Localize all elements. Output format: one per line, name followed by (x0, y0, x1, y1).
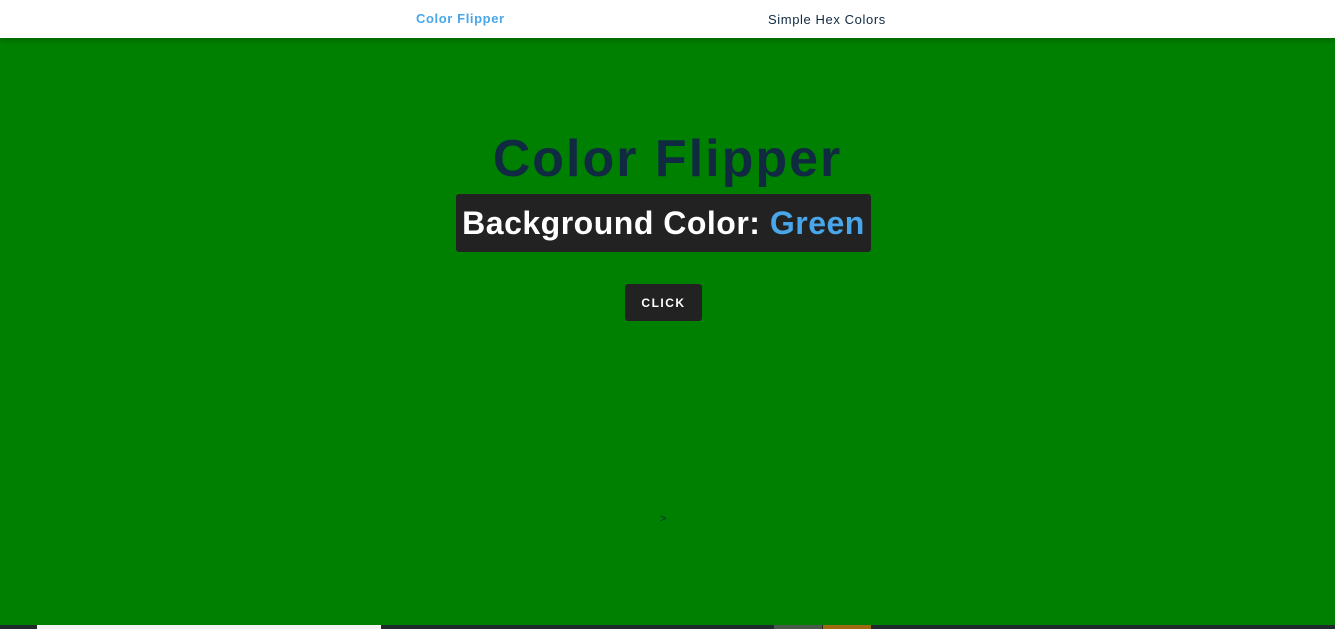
click-button[interactable]: CLICK (625, 284, 702, 321)
taskbar-segment-orange (823, 625, 871, 629)
background-color-label: Background Color: (462, 205, 770, 241)
nav-brand-link[interactable]: Color Flipper (416, 11, 505, 26)
background-color-display: Background Color: Green (456, 194, 871, 252)
navbar: Color Flipper Simple Hex Colors (0, 0, 1335, 38)
nav-simple-hex-link[interactable]: Simple Hex Colors (768, 12, 886, 27)
page-title: Color Flipper (492, 130, 843, 188)
stray-arrow-text: > (660, 513, 667, 525)
taskbar-segment-gray (774, 625, 822, 629)
color-name-value: Green (769, 205, 865, 241)
taskbar-strip (0, 625, 1335, 629)
taskbar-segment-light (37, 625, 381, 629)
